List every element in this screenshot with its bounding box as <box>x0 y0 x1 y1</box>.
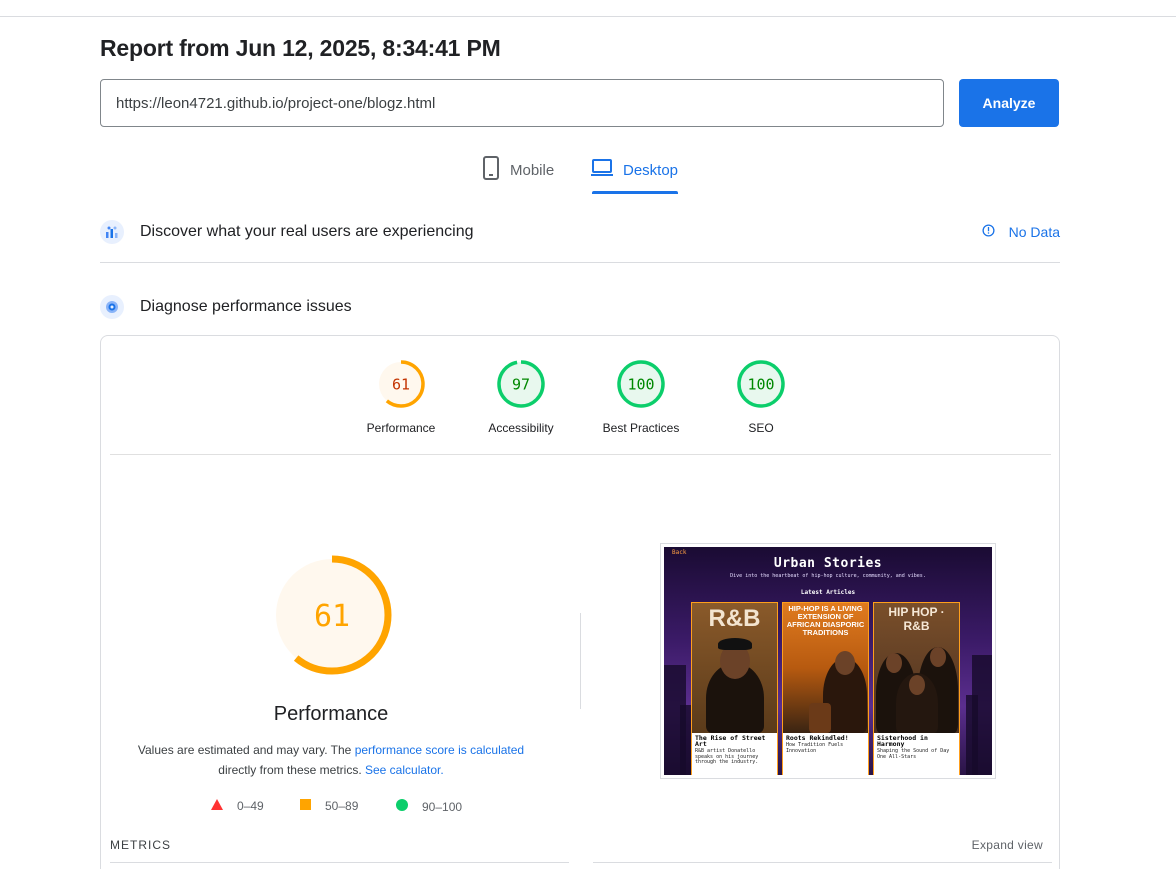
gauge-ring: 100 <box>737 360 785 408</box>
score-gauge-best-practices[interactable]: 100 Best Practices <box>591 359 691 435</box>
users-chart-icon <box>100 220 124 244</box>
legend-fail-range: 0–49 <box>237 799 264 813</box>
note-prefix: Values are estimated and may vary. The <box>137 743 352 757</box>
triangle-icon <box>211 799 223 813</box>
gauge-ring: 97 <box>497 360 545 408</box>
site-subtitle: Dive into the heartbeat of hip-hop cultu… <box>730 573 926 579</box>
gauge-label: SEO <box>748 421 774 435</box>
site-title: Urban Stories <box>773 556 883 571</box>
phone-icon <box>482 156 500 184</box>
person-cap <box>718 638 752 650</box>
gauge-value: 97 <box>512 376 530 394</box>
legend-fail: 0–49 <box>211 799 264 813</box>
report-title: Report from Jun 12, 2025, 8:34:41 PM <box>100 35 501 61</box>
gauge-value: 61 <box>392 376 410 394</box>
note-middle: directly from these metrics. <box>218 763 362 777</box>
article-image: HIP HOP · R&B <box>874 603 959 733</box>
gauges-divider <box>110 454 1051 455</box>
lighthouse-report-card: 61 Performance 97 Accessibility 100 Best… <box>100 335 1060 869</box>
gauge-value: 100 <box>747 376 774 394</box>
person-face <box>930 647 946 667</box>
gauge-label: Best Practices <box>602 421 680 435</box>
article-card: HIP HOP · R&B Sisterhood in Harmony Shap… <box>873 602 960 775</box>
score-gauge-accessibility[interactable]: 97 Accessibility <box>471 359 571 435</box>
info-icon <box>982 224 995 240</box>
article-card: R&B The Rise of Street Art R&B artist Do… <box>691 602 778 775</box>
legend-average: 50–89 <box>300 799 358 813</box>
performance-note: Values are estimated and may vary. The p… <box>131 740 531 780</box>
gauge-label: Accessibility <box>488 421 554 435</box>
latest-articles-heading: Latest Articles <box>800 589 856 596</box>
circle-icon <box>396 799 408 814</box>
page-screenshot[interactable]: Back Urban Stories Dive into the heartbe… <box>660 543 996 779</box>
article-image-heading: HIP HOP · R&B <box>888 605 945 633</box>
metrics-heading: METRICS <box>110 838 171 852</box>
gauge-value: 100 <box>627 376 654 394</box>
article-image-heading: HIP-HOP IS A LIVING EXTENSION OF AFRICAN… <box>786 604 865 637</box>
selected-tab-indicator <box>592 191 678 194</box>
article-title: Roots Rekindled! <box>786 734 849 742</box>
legend-pass: 90–100 <box>396 799 462 814</box>
gauge-ring: 61 <box>377 360 425 408</box>
no-data-label: No Data <box>1008 224 1060 240</box>
no-data-link[interactable]: No Data <box>982 224 1060 240</box>
tab-desktop[interactable]: Desktop <box>591 156 678 184</box>
field-data-title: Discover what your real users are experi… <box>140 223 474 240</box>
see-calculator-link[interactable]: See calculator. <box>365 763 444 777</box>
laptop-icon <box>591 159 613 181</box>
article-title: The Rise of Street Art <box>695 734 766 748</box>
article-image: HIP-HOP IS A LIVING EXTENSION OF AFRICAN… <box>783 603 868 733</box>
person-face <box>886 653 902 673</box>
diagnose-icon <box>100 295 124 319</box>
drum <box>809 703 831 733</box>
analyze-button[interactable]: Analyze <box>959 79 1059 127</box>
article-image-heading: R&B <box>708 605 761 632</box>
gauge-label: Performance <box>366 421 436 435</box>
article-card: HIP-HOP IS A LIVING EXTENSION OF AFRICAN… <box>782 602 869 775</box>
metrics-divider-left <box>110 862 569 863</box>
back-link: Back <box>672 549 687 556</box>
field-data-section: Discover what your real users are experi… <box>100 219 1060 245</box>
performance-big-value: 61 <box>314 599 350 634</box>
article-image: R&B <box>692 603 777 733</box>
score-gauge-seo[interactable]: 100 SEO <box>711 359 811 435</box>
page-screenshot-content: Back Urban Stories Dive into the heartbe… <box>664 547 992 775</box>
tab-mobile-label: Mobile <box>510 161 555 179</box>
score-gauge-performance[interactable]: 61 Performance <box>351 359 451 435</box>
score-calculated-link[interactable]: performance score is calculated <box>355 743 524 757</box>
url-input-value[interactable]: https://leon4721.github.io/project-one/b… <box>116 95 435 112</box>
diagnose-section: Diagnose performance issues <box>100 294 1060 320</box>
article-text: R&B artist Donatello speaks on his journ… <box>695 748 759 765</box>
building <box>966 695 978 775</box>
tab-desktop-label: Desktop <box>623 161 679 179</box>
person-face <box>835 651 855 675</box>
legend-average-range: 50–89 <box>325 799 359 813</box>
expand-view-toggle[interactable]: Expand view <box>972 838 1043 852</box>
url-input[interactable]: https://leon4721.github.io/project-one/b… <box>100 79 944 127</box>
article-text: Shaping the Sound of Day One All-Stars <box>877 748 950 760</box>
top-divider <box>0 16 1176 17</box>
metrics-divider-right <box>593 862 1052 863</box>
legend-pass-range: 90–100 <box>422 799 463 814</box>
performance-big-gauge: 61 <box>272 555 392 675</box>
square-icon <box>300 799 311 813</box>
diagnose-title: Diagnose performance issues <box>140 298 352 315</box>
article-title: Sisterhood in Harmony <box>877 734 928 748</box>
section-divider <box>100 262 1060 263</box>
performance-big-label: Performance <box>273 703 389 725</box>
tab-mobile[interactable]: Mobile <box>482 156 554 184</box>
person-face <box>909 675 925 695</box>
article-text: How Tradition Fuels Innovation <box>786 742 844 754</box>
vertical-separator <box>580 613 581 709</box>
gauge-ring: 100 <box>617 360 665 408</box>
